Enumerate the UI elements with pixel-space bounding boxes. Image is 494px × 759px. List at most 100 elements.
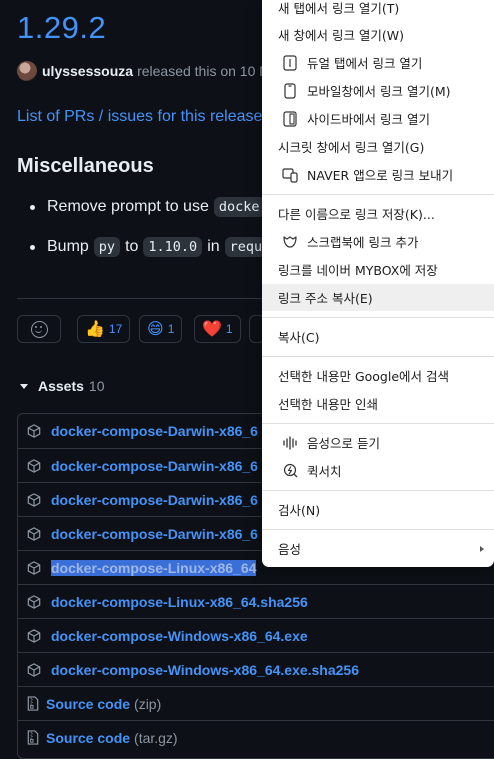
section-heading: Miscellaneous	[17, 155, 154, 177]
menu-item-label: 모바일창에서 링크 열기(M)	[307, 84, 451, 99]
asset-link[interactable]: docker-compose-Linux-x86_64.sha256	[51, 594, 308, 610]
send-to-device-icon	[281, 166, 299, 184]
audio-wave-icon	[281, 434, 299, 452]
menu-item-label: 검사(N)	[278, 503, 321, 518]
asset-link[interactable]: docker-compose-Darwin-x86_6	[51, 492, 258, 508]
menu-item-label: NAVER 앱으로 링크 보내기	[307, 168, 454, 183]
smiley-icon	[30, 320, 48, 338]
menu-item-listen-voice[interactable]: 음성으로 듣기	[262, 429, 494, 456]
menu-separator	[262, 529, 494, 530]
package-icon	[27, 662, 41, 677]
inline-code: requ	[224, 237, 268, 257]
package-icon	[27, 423, 41, 438]
quick-search-icon	[281, 462, 299, 480]
menu-separator	[262, 194, 494, 195]
inline-code: docke	[213, 197, 265, 217]
reaction-count: 1	[167, 322, 175, 336]
menu-item-save-mybox[interactable]: 링크를 네이버 MYBOX에 저장	[262, 256, 494, 283]
menu-item-label: 새 탭에서 링크 열기(T)	[278, 1, 400, 16]
inline-code: 1.10.0	[143, 237, 203, 257]
reaction-thumbs-up[interactable]: 👍 17	[77, 315, 131, 343]
prs-issues-link[interactable]: List of PRs / issues for this release	[17, 108, 262, 126]
asset-link[interactable]: docker-compose-Darwin-x86_6	[51, 526, 258, 542]
asset-row[interactable]: docker-compose-Windows-x86_64.exe.sha256	[18, 652, 494, 686]
thumbs-up-icon: 👍	[85, 321, 105, 338]
file-zip-icon	[27, 730, 39, 745]
menu-item-copy-link-address[interactable]: 링크 주소 복사(E)	[262, 284, 494, 311]
package-icon	[27, 526, 41, 541]
bullet-dot	[30, 204, 35, 210]
dual-tab-icon	[281, 54, 299, 72]
file-zip-icon	[27, 696, 39, 711]
source-code-zip-ext: (zip)	[134, 695, 162, 712]
menu-item-save-link-as[interactable]: 다른 이름으로 링크 저장(K)...	[262, 200, 494, 227]
menu-item-label: 복사(C)	[278, 330, 320, 345]
laugh-icon: 😄	[147, 321, 164, 338]
menu-item-label: 다른 이름으로 링크 저장(K)...	[278, 207, 435, 222]
asset-row[interactable]: docker-compose-Windows-x86_64.exe	[18, 618, 494, 652]
asset-row[interactable]: Source code (zip)	[18, 686, 494, 720]
add-reaction-button[interactable]	[17, 315, 61, 343]
package-icon	[27, 492, 41, 507]
menu-item-open-new-tab[interactable]: 새 탭에서 링크 열기(T)	[262, 0, 494, 21]
menu-item-inspect[interactable]: 검사(N)	[262, 496, 494, 523]
bullet-text: Remove prompt to use	[47, 198, 209, 215]
asset-link[interactable]: docker-compose-Windows-x86_64.exe.sha256	[51, 662, 359, 678]
sidebar-icon	[281, 110, 299, 128]
release-version-title[interactable]: 1.29.2	[17, 10, 106, 46]
asset-link[interactable]: docker-compose-Darwin-x86_6	[51, 423, 258, 439]
scrapbook-icon	[281, 233, 299, 251]
reaction-laugh[interactable]: 😄 1	[139, 315, 183, 343]
asset-row[interactable]: Source code (tar.gz)	[18, 720, 494, 754]
menu-item-label: 링크 주소 복사(E)	[278, 291, 373, 306]
menu-item-open-secret-window[interactable]: 시크릿 창에서 링크 열기(G)	[262, 133, 494, 160]
submenu-arrow-icon	[480, 546, 484, 552]
menu-item-voice[interactable]: 음성	[262, 535, 494, 562]
asset-link[interactable]: docker-compose-Windows-x86_64.exe	[51, 628, 308, 644]
menu-item-label: 선택한 내용만 인쇄	[278, 397, 378, 412]
assets-toggle[interactable]: Assets 10	[20, 378, 105, 394]
release-author-row: ulyssessouza released this on 10 N	[17, 61, 269, 81]
context-menu: 새 탭에서 링크 열기(T) 새 창에서 링크 열기(W) 듀얼 탭에서 링크 …	[262, 0, 494, 567]
menu-item-label: 시크릿 창에서 링크 열기(G)	[278, 140, 425, 155]
menu-item-quick-search[interactable]: 퀵서치	[262, 457, 494, 484]
asset-row[interactable]: docker-compose-Linux-x86_64.sha256	[18, 584, 494, 618]
mobile-icon	[281, 82, 299, 100]
menu-item-print-selection[interactable]: 선택한 내용만 인쇄	[262, 390, 494, 417]
reaction-count: 1	[225, 322, 233, 336]
menu-item-open-mobile-window[interactable]: 모바일창에서 링크 열기(M)	[262, 77, 494, 104]
menu-item-open-new-window[interactable]: 새 창에서 링크 열기(W)	[262, 21, 494, 48]
asset-link[interactable]: docker-compose-Darwin-x86_6	[51, 458, 258, 474]
source-code-zip-link[interactable]: Source code	[46, 696, 130, 712]
assets-title: Assets	[38, 378, 84, 394]
menu-item-label: 사이드바에서 링크 열기	[307, 112, 430, 127]
menu-item-label: 듀얼 탭에서 링크 열기	[307, 56, 423, 71]
bullet-text: in	[207, 238, 220, 255]
reaction-heart[interactable]: ❤️ 1	[194, 315, 241, 343]
menu-item-open-dual-tab[interactable]: 듀얼 탭에서 링크 열기	[262, 49, 494, 76]
source-code-targz-link[interactable]: Source code	[46, 730, 130, 746]
list-item: Remove prompt to use docke	[30, 197, 270, 217]
bullet-text: Bump	[47, 238, 89, 255]
avatar[interactable]	[17, 61, 37, 81]
menu-item-copy[interactable]: 복사(C)	[262, 323, 494, 350]
bullet-text: to	[125, 238, 139, 255]
list-item: Bump py to 1.10.0 in requ	[30, 237, 272, 257]
menu-separator	[262, 423, 494, 424]
author-link[interactable]: ulyssessouza	[42, 63, 133, 79]
menu-separator	[262, 490, 494, 491]
source-code-targz-ext: (tar.gz)	[134, 729, 178, 746]
released-text: released this on 10 N	[137, 63, 270, 79]
assets-count: 10	[88, 378, 105, 394]
menu-item-label: 선택한 내용만 Google에서 검색	[278, 369, 450, 384]
menu-separator	[262, 356, 494, 357]
menu-item-add-scrapbook[interactable]: 스크랩북에 링크 추가	[262, 228, 494, 255]
menu-item-open-sidebar[interactable]: 사이드바에서 링크 열기	[262, 105, 494, 132]
package-icon	[27, 628, 41, 643]
menu-separator	[262, 317, 494, 318]
menu-item-label: 퀵서치	[307, 464, 342, 479]
menu-item-label: 스크랩북에 링크 추가	[307, 235, 419, 250]
menu-item-send-naver-app[interactable]: NAVER 앱으로 링크 보내기	[262, 161, 494, 188]
asset-link-selected[interactable]: docker-compose-Linux-x86_64	[51, 559, 257, 576]
menu-item-search-google[interactable]: 선택한 내용만 Google에서 검색	[262, 362, 494, 389]
